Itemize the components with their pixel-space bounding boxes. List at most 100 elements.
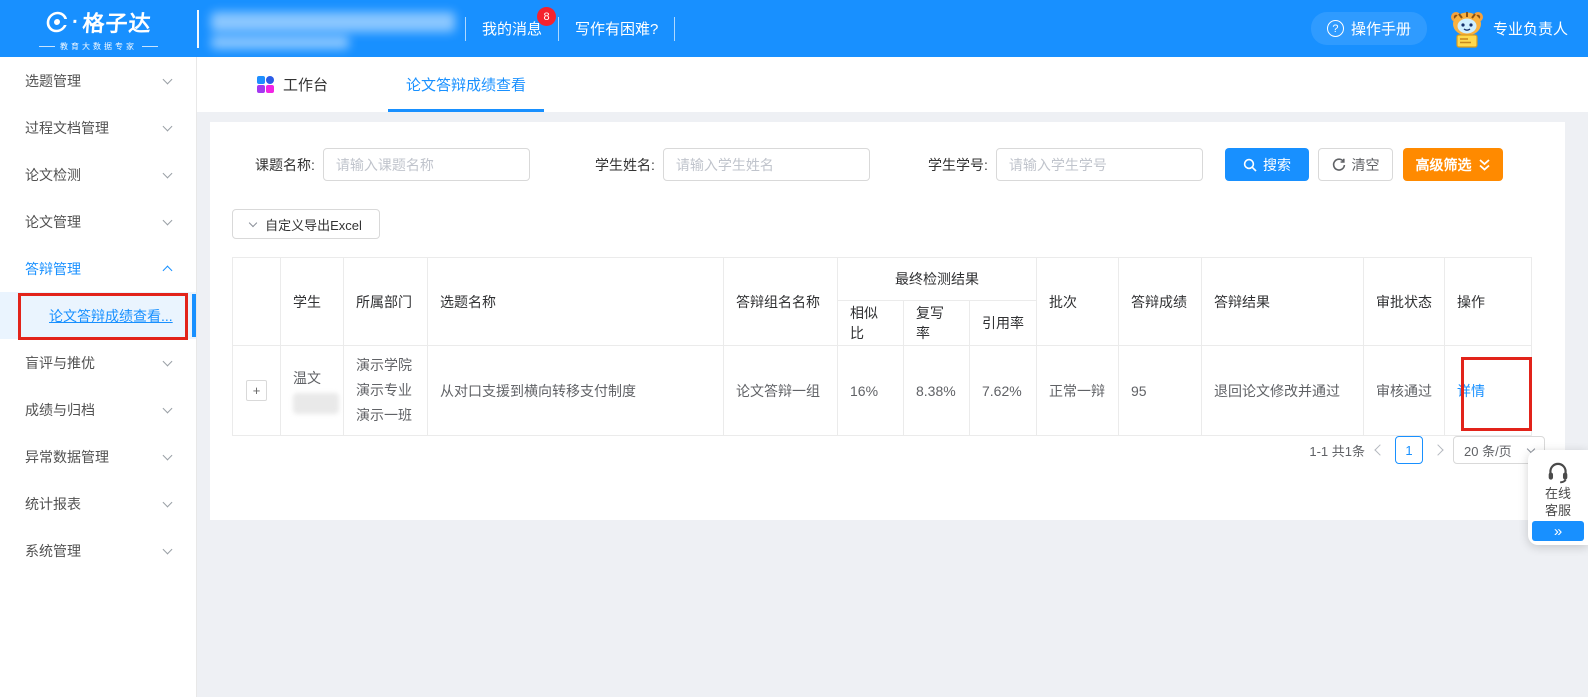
writing-help-menu[interactable]: 写作有困难?	[559, 18, 674, 39]
content-panel: 课题名称: 学生姓名: 学生学号: 搜索 清空 高级筛选	[210, 122, 1565, 520]
user-role-label: 专业负责人	[1493, 18, 1568, 39]
batch-cell: 正常一辩	[1037, 346, 1119, 436]
chevron-down-icon	[163, 356, 173, 366]
department-class: 演示一班	[356, 403, 415, 428]
advanced-filter-label: 高级筛选	[1416, 155, 1472, 175]
defense-score-column-header: 答辩成绩	[1119, 258, 1202, 346]
logo-separator-dot: ·	[71, 10, 80, 33]
defense-group-column-header: 答辩组名名称	[724, 258, 838, 346]
masked-text-line1	[211, 12, 455, 32]
sidebar-item-system-management[interactable]: 系统管理	[0, 527, 196, 574]
sidebar-subitem-label: 论文答辩成绩查看...	[49, 306, 173, 326]
manual-label: 操作手册	[1351, 18, 1411, 39]
citation-ratio-cell: 7.62%	[970, 346, 1037, 436]
search-icon	[1243, 158, 1257, 172]
tab-workbench[interactable]: 工作台	[239, 57, 346, 112]
batch-column-header: 批次	[1037, 258, 1119, 346]
page-size-value: 20 条/页	[1464, 441, 1512, 460]
defense-score-cell: 95	[1119, 346, 1202, 436]
user-role-menu[interactable]: 专业负责人	[1449, 10, 1568, 48]
topic-name-label: 课题名称:	[255, 155, 315, 175]
my-messages-menu[interactable]: 我的消息 8	[466, 18, 558, 39]
search-button[interactable]: 搜索	[1225, 148, 1309, 181]
topic-column-header: 选题名称	[428, 258, 724, 346]
sidebar-item-defense-management[interactable]: 答辩管理	[0, 245, 196, 292]
prev-page-icon[interactable]	[1374, 444, 1385, 455]
manual-button[interactable]: ? 操作手册	[1311, 12, 1427, 45]
export-excel-button[interactable]: 自定义导出Excel	[232, 209, 380, 239]
sidebar-item-process-docs[interactable]: 过程文档管理	[0, 104, 196, 151]
expander-cell: +	[233, 346, 281, 436]
tab-bar: 工作台 论文答辩成绩查看	[197, 57, 1588, 112]
question-circle-icon: ?	[1327, 20, 1344, 37]
chevron-down-icon	[163, 544, 173, 554]
similarity-column-header: 相似比	[838, 301, 904, 346]
filter-bar: 课题名称: 学生姓名: 学生学号: 搜索 清空 高级筛选	[210, 148, 1565, 181]
filter-student-id-group: 学生学号:	[928, 148, 1203, 181]
header-divider	[197, 10, 199, 48]
mascot-avatar	[1449, 10, 1485, 48]
defense-result-cell: 退回论文修改并通过	[1202, 346, 1364, 436]
sidebar-item-label: 盲评与推优	[25, 353, 95, 373]
sidebar-item-thesis-management[interactable]: 论文管理	[0, 198, 196, 245]
student-cell: 温文	[281, 346, 344, 436]
similarity-cell: 16%	[838, 346, 904, 436]
masked-student-id	[293, 393, 339, 414]
tab-active-label: 论文答辩成绩查看	[406, 74, 526, 95]
student-name-input[interactable]	[663, 148, 870, 181]
next-page-icon[interactable]	[1432, 444, 1443, 455]
my-messages-label: 我的消息	[482, 18, 542, 39]
sidebar-item-blind-review[interactable]: 盲评与推优	[0, 339, 196, 386]
brand-tagline: 教育大数据专家	[39, 41, 158, 52]
brand-logo[interactable]: · 格子达 教育大数据专家	[0, 6, 197, 52]
student-id-input[interactable]	[996, 148, 1203, 181]
department-column-header: 所属部门	[344, 258, 428, 346]
clear-button[interactable]: 清空	[1318, 148, 1393, 181]
sidebar-subitem-defense-score-view[interactable]: 论文答辩成绩查看...	[0, 292, 196, 339]
sidebar-item-abnormal-data[interactable]: 异常数据管理	[0, 433, 196, 480]
approval-status-column-header: 审批状态	[1364, 258, 1445, 346]
defense-result-column-header: 答辩结果	[1202, 258, 1364, 346]
detail-link[interactable]: 详情	[1457, 383, 1485, 399]
sidebar-item-label: 异常数据管理	[25, 447, 109, 467]
masked-text-line2	[211, 36, 349, 49]
workbench-grid-icon	[257, 76, 274, 93]
sidebar-item-thesis-check[interactable]: 论文检测	[0, 151, 196, 198]
sidebar-item-label: 成绩与归档	[25, 400, 95, 420]
chevron-down-icon	[163, 215, 173, 225]
student-name-label: 学生姓名:	[595, 155, 655, 175]
advanced-filter-button[interactable]: 高级筛选	[1403, 148, 1503, 181]
chevron-down-icon	[163, 403, 173, 413]
student-name: 温文	[293, 368, 331, 388]
customer-service-widget[interactable]: 在线 客服 »	[1528, 450, 1588, 545]
tab-defense-score-view[interactable]: 论文答辩成绩查看	[388, 57, 544, 112]
approval-status-cell: 审核通过	[1364, 346, 1445, 436]
sidebar-item-statistics-report[interactable]: 统计报表	[0, 480, 196, 527]
action-cell: 详情	[1445, 346, 1532, 436]
pagination: 1-1 共1条 1 20 条/页	[1309, 436, 1545, 464]
student-id-label: 学生学号:	[928, 155, 988, 175]
department-major: 演示专业	[356, 378, 415, 403]
sidebar-item-label: 论文管理	[25, 212, 81, 232]
filter-topic-group: 课题名称:	[255, 148, 530, 181]
results-table: 学生 所属部门 选题名称 答辩组名名称 最终检测结果 批次 答辩成绩 答辩结果 …	[232, 257, 1532, 436]
sidebar-item-scores-archive[interactable]: 成绩与归档	[0, 386, 196, 433]
topic-name-input[interactable]	[323, 148, 530, 181]
citation-ratio-column-header: 引用率	[970, 301, 1037, 346]
chevron-down-icon	[249, 218, 257, 226]
sidebar-item-label: 过程文档管理	[25, 118, 109, 138]
copy-ratio-column-header: 复写率	[904, 301, 970, 346]
page-number-button[interactable]: 1	[1395, 436, 1423, 464]
row-expand-button[interactable]: +	[246, 380, 267, 401]
filter-student-name-group: 学生姓名:	[595, 148, 870, 181]
sidebar-item-label: 选题管理	[25, 71, 81, 91]
collapse-widget-button[interactable]: »	[1532, 521, 1584, 541]
chevron-up-icon	[163, 266, 173, 276]
search-button-label: 搜索	[1263, 155, 1291, 175]
tab-workbench-label: 工作台	[283, 74, 328, 95]
sidebar-item-topic-management[interactable]: 选题管理	[0, 57, 196, 104]
writing-help-label: 写作有困难?	[575, 18, 658, 39]
messages-count-badge: 8	[537, 7, 556, 26]
clear-button-label: 清空	[1352, 155, 1380, 175]
chevron-down-icon	[163, 74, 173, 84]
